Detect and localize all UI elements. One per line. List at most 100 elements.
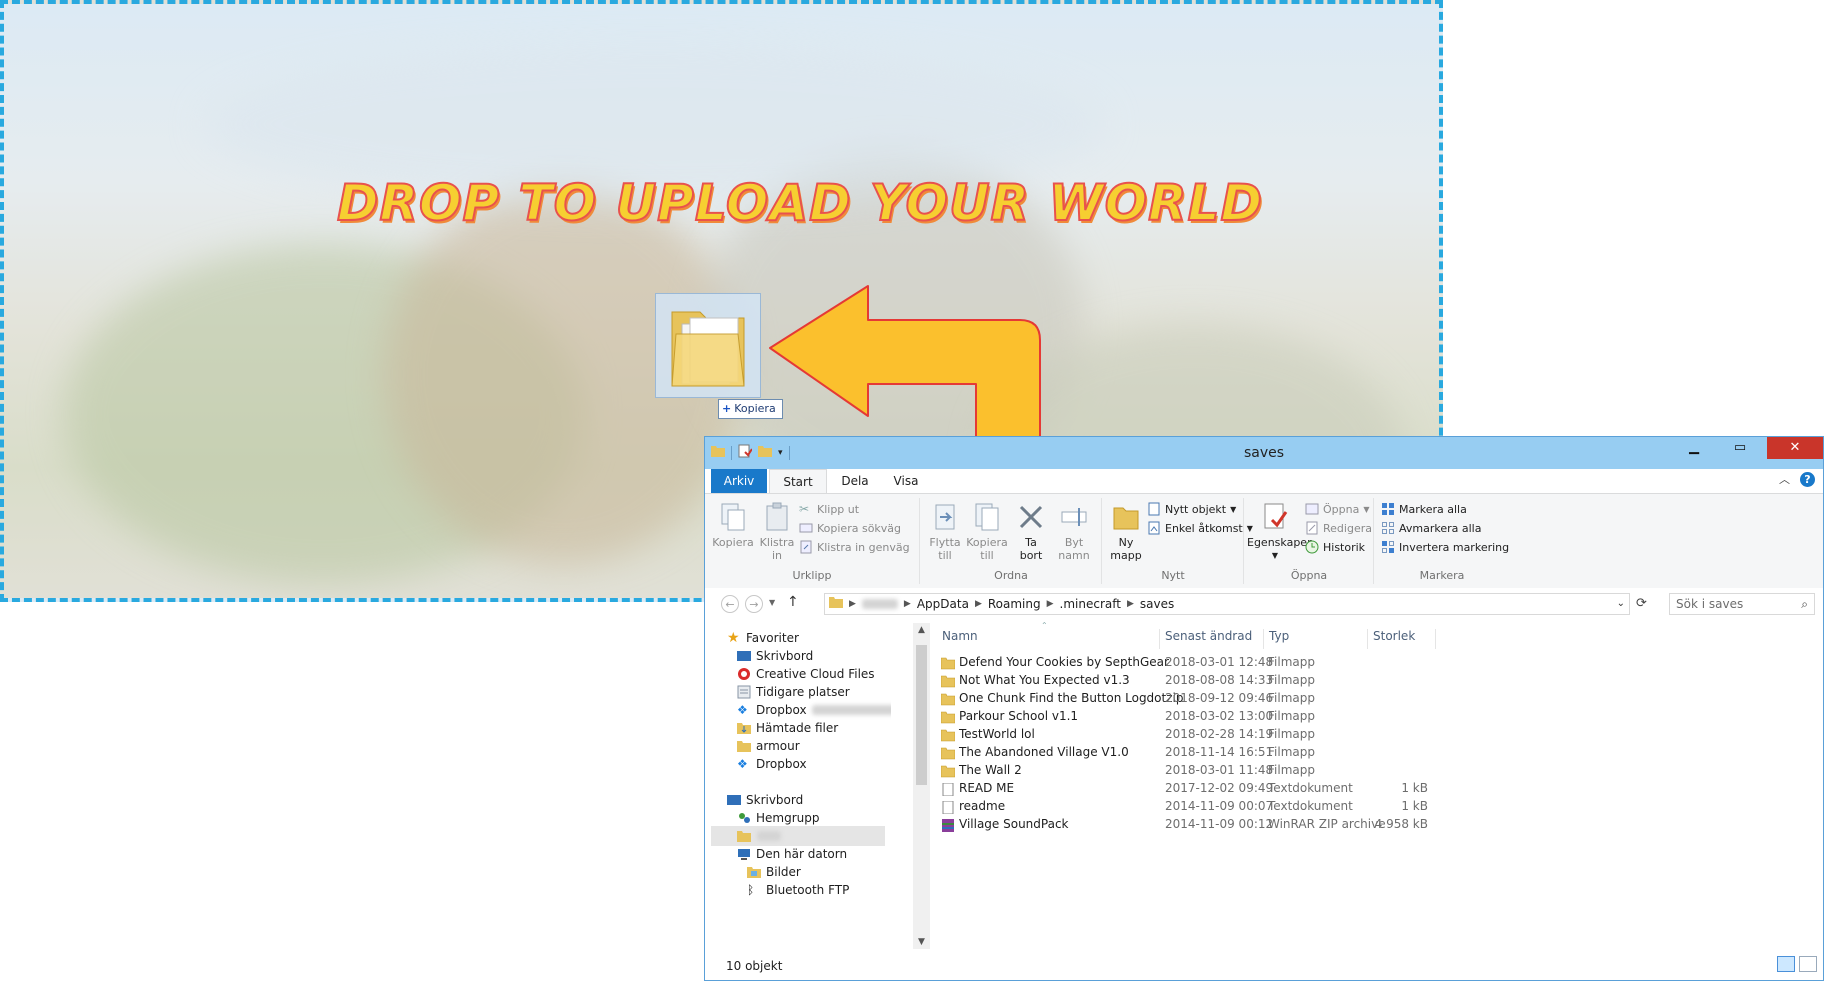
file-row[interactable]: Defend Your Cookies by SepthGear 2018-03-… (941, 654, 1441, 672)
breadcrumb-separator: ▶ (974, 599, 982, 609)
copy-path-button[interactable]: Kopiera sökväg (799, 521, 901, 535)
back-button[interactable]: ← (721, 595, 739, 613)
breadcrumb-saves[interactable]: saves (1140, 594, 1174, 614)
file-date: 2018-11-14 16:51 (1165, 745, 1274, 759)
details-view-icon[interactable] (1777, 956, 1795, 972)
column-separator[interactable] (1263, 629, 1264, 649)
refresh-icon[interactable]: ⟳ (1636, 596, 1647, 611)
copy-to-label-2: till (980, 549, 994, 562)
nav-fav-creative-cloud[interactable]: Creative Cloud Files (737, 665, 875, 683)
blurred-username (861, 599, 898, 609)
paste-label-1: Klistra (759, 536, 795, 549)
file-date: 2014-11-09 00:12 (1165, 817, 1274, 831)
file-type: Filmapp (1268, 673, 1315, 687)
column-separator[interactable] (1159, 629, 1160, 649)
tab-dela[interactable]: Dela (830, 469, 880, 493)
open-button[interactable]: Öppna ▼ (1305, 502, 1370, 516)
select-all-button[interactable]: Markera alla (1381, 502, 1467, 516)
file-name: Defend Your Cookies by SepthGear (959, 655, 1169, 669)
properties-button[interactable]: Egenskaper ▼ (1247, 502, 1312, 562)
file-row[interactable]: The Wall 2 2018-03-01 11:48 Filmapp (941, 762, 1441, 780)
scroll-thumb[interactable] (916, 645, 927, 785)
nav-favorites[interactable]: ★ Favoriter (727, 629, 799, 647)
nav-fav-dropbox-1[interactable]: ❖ Dropbox (737, 701, 891, 719)
breadcrumb-roaming[interactable]: Roaming (988, 594, 1041, 614)
nav-fav-recent[interactable]: Tidigare platser (737, 683, 850, 701)
address-bar[interactable]: ▶ ▶ AppData ▶ Roaming ▶ .minecraft ▶ sav… (824, 593, 1630, 615)
group-label-oppna: Öppna (1290, 569, 1328, 582)
nav-this-pc[interactable]: Den här datorn (737, 845, 847, 863)
forward-button[interactable]: → (745, 595, 763, 613)
breadcrumb-minecraft[interactable]: .minecraft (1060, 594, 1121, 614)
up-arrow-icon[interactable]: ↑ (787, 594, 799, 610)
collapse-ribbon-icon[interactable]: ︿ (1779, 471, 1790, 487)
search-icon: ⌕ (1801, 597, 1808, 611)
invert-selection-icon (1381, 540, 1395, 554)
invert-selection-button[interactable]: Invertera markering (1381, 540, 1509, 554)
file-row[interactable]: READ ME 2017-12-02 09:49 Textdokument 1 kB (941, 780, 1441, 798)
new-item-button[interactable]: Nytt objekt ▼ (1147, 502, 1236, 516)
file-name: The Abandoned Village V1.0 (959, 745, 1129, 759)
nav-homegroup[interactable]: Hemgrupp (737, 809, 820, 827)
copy-to-button[interactable]: Kopiera till (965, 502, 1009, 562)
history-button[interactable]: Historik (1305, 540, 1365, 554)
file-row[interactable]: readme 2014-11-09 00:07 Textdokument 1 kB (941, 798, 1441, 816)
nav-scrollbar[interactable]: ▲ ▼ (913, 623, 930, 949)
tab-start[interactable]: Start (769, 469, 827, 493)
maximize-button[interactable]: ▭ (1717, 437, 1763, 459)
move-to-button[interactable]: Flytta till (925, 502, 965, 562)
delete-x-icon (1016, 502, 1046, 532)
column-separator[interactable] (1435, 629, 1436, 649)
file-size: 4 958 kB (1374, 817, 1428, 831)
easy-access-button[interactable]: Enkel åtkomst ▼ (1147, 521, 1253, 535)
nav-pictures[interactable]: Bilder (747, 863, 801, 881)
scroll-up-icon[interactable]: ▲ (913, 625, 930, 635)
edit-button[interactable]: Redigera (1305, 521, 1372, 535)
nav-fav-dropbox-2[interactable]: ❖ Dropbox (737, 755, 807, 773)
paste-shortcut-button[interactable]: Klistra in genväg (799, 540, 910, 554)
help-icon[interactable]: ? (1800, 471, 1815, 487)
nav-fav-skrivbord[interactable]: Skrivbord (737, 647, 813, 665)
file-row[interactable]: Village SoundPack 2014-11-09 00:12 WinRAR … (941, 816, 1441, 834)
recent-locations-icon[interactable]: ▼ (769, 598, 775, 607)
file-row[interactable]: The Abandoned Village V1.0 2018-11-14 16:… (941, 744, 1441, 762)
new-folder-button[interactable]: Ny mapp (1107, 502, 1145, 562)
column-headers: Namn ⌃ Senast ändrad Typ Storlek (937, 621, 1815, 649)
file-row[interactable]: TestWorld lol 2018-02-28 14:19 Filmapp (941, 726, 1441, 744)
rename-button[interactable]: Byt namn (1053, 502, 1095, 562)
file-row[interactable]: Parkour School v1.1 2018-03-02 13:00 Filma… (941, 708, 1441, 726)
nav-label: Dropbox (756, 703, 807, 717)
minimize-button[interactable]: ▁ (1671, 437, 1717, 459)
file-row[interactable]: One Chunk Find the Button Logdotzip 2018-… (941, 690, 1441, 708)
nav-fav-downloads[interactable]: Hämtade filer (737, 719, 838, 737)
nav-desktop[interactable]: Skrivbord (727, 791, 803, 809)
file-row[interactable]: Not What You Expected v1.3 2018-08-08 14:… (941, 672, 1441, 690)
select-none-icon (1381, 521, 1395, 535)
search-input[interactable]: Sök i saves ⌕ (1669, 593, 1815, 615)
tab-arkiv[interactable]: Arkiv (711, 469, 767, 493)
new-item-label: Nytt objekt (1165, 502, 1227, 516)
column-name[interactable]: Namn (942, 629, 978, 643)
nav-user-folder[interactable] (711, 826, 885, 846)
cut-button[interactable]: ✂ Klipp ut (799, 502, 859, 516)
ribbon-tabs: Arkiv Start Dela Visa (705, 469, 1823, 494)
column-type[interactable]: Typ (1269, 629, 1289, 643)
copy-button[interactable]: Kopiera (711, 502, 755, 549)
nav-fav-armour[interactable]: armour (737, 737, 800, 755)
scissors-icon: ✂ (799, 502, 810, 516)
column-size[interactable]: Storlek (1373, 629, 1415, 643)
cut-label: Klipp ut (817, 502, 860, 516)
downloads-folder-icon (737, 721, 751, 735)
delete-button[interactable]: Ta bort (1011, 502, 1051, 562)
large-icons-view-icon[interactable] (1799, 956, 1817, 972)
column-separator[interactable] (1367, 629, 1368, 649)
scroll-down-icon[interactable]: ▼ (913, 937, 930, 947)
close-button[interactable]: ✕ (1767, 437, 1823, 459)
nav-bluetooth-ftp[interactable]: ᛒ Bluetooth FTP (747, 881, 849, 899)
tab-visa[interactable]: Visa (881, 469, 931, 493)
address-dropdown-icon[interactable]: ⌄ (1617, 594, 1625, 614)
breadcrumb-appdata[interactable]: AppData (917, 594, 969, 614)
column-date[interactable]: Senast ändrad (1165, 629, 1252, 643)
paste-button[interactable]: Klistra in (757, 502, 797, 562)
select-none-button[interactable]: Avmarkera alla (1381, 521, 1481, 535)
